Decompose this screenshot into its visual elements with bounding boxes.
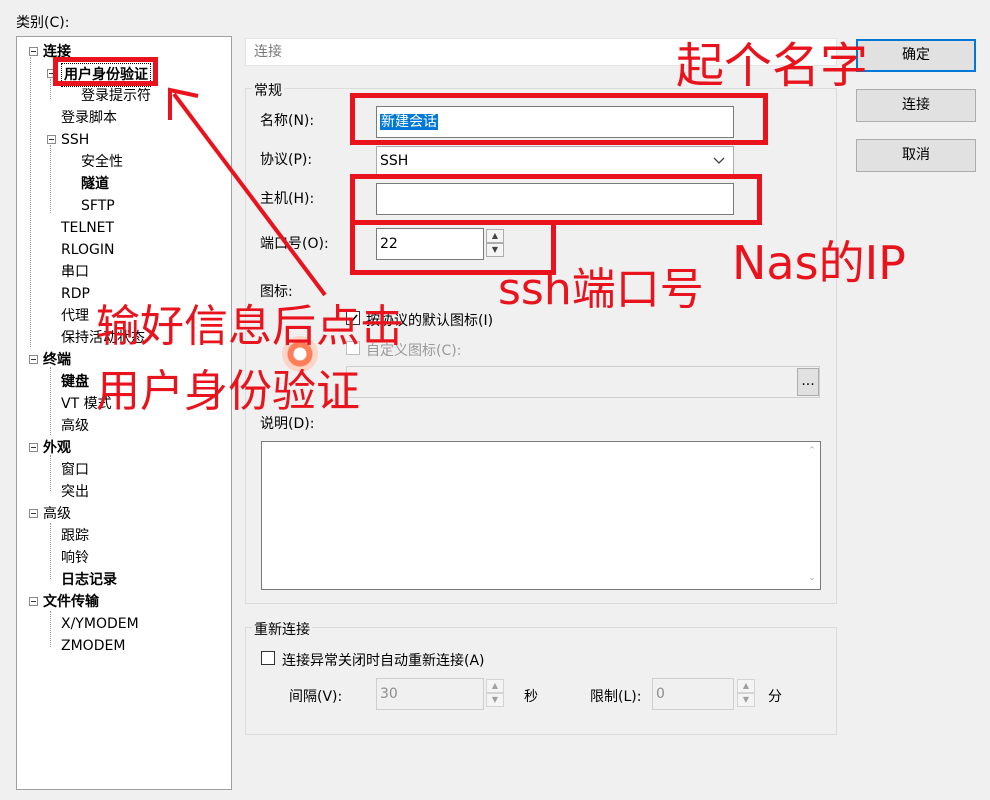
tree-line: [50, 145, 51, 213]
connect-button[interactable]: 连接: [856, 89, 976, 122]
tree-item-advanced[interactable]: 高级: [29, 503, 71, 525]
protocol-value: SSH: [380, 153, 409, 169]
spin-up-icon[interactable]: ▲: [737, 679, 755, 693]
collapse-icon[interactable]: [29, 47, 38, 56]
tree-item-serial[interactable]: 串口: [61, 261, 89, 283]
tree-item-log[interactable]: 日志记录: [61, 569, 117, 591]
chevron-down-icon: [713, 157, 725, 164]
spin-up-icon[interactable]: ▲: [486, 679, 504, 693]
tree-line: [30, 57, 31, 347]
browse-icon-button[interactable]: ...: [797, 368, 819, 396]
tree-item-login-script[interactable]: 登录脚本: [61, 107, 117, 129]
limit-spinner[interactable]: ▲ ▼: [737, 679, 755, 707]
interval-spinner[interactable]: ▲ ▼: [486, 679, 504, 707]
tree-line: [50, 367, 51, 435]
annotation-box-name: [350, 93, 768, 145]
tree-item-ssh[interactable]: SSH: [47, 129, 89, 151]
custom-icon-path-input[interactable]: [346, 366, 820, 398]
tree-item-sftp[interactable]: SFTP: [81, 195, 115, 217]
tree-item-login-prompt[interactable]: 登录提示符: [81, 85, 151, 107]
tree-item-file-transfer[interactable]: 文件传输: [29, 591, 99, 613]
annotation-ssh-port: ssh端口号: [498, 264, 704, 315]
annotation-nas-ip: Nas的IP: [732, 236, 906, 290]
tree-item-telnet[interactable]: TELNET: [61, 217, 114, 239]
tree-item-window[interactable]: 窗口: [61, 459, 89, 481]
reconnect-group-title: 重新连接: [252, 619, 312, 639]
spin-down-icon[interactable]: ▼: [737, 693, 755, 707]
tree-item-rdp[interactable]: RDP: [61, 283, 90, 305]
interval-value: 30: [380, 686, 398, 702]
tree-item-zmodem[interactable]: ZMODEM: [61, 635, 125, 657]
category-label: 类别(C):: [16, 15, 70, 31]
spin-down-icon[interactable]: ▼: [486, 693, 504, 707]
auto-reconnect-checkbox[interactable]: [261, 651, 275, 665]
interval-input[interactable]: 30: [376, 678, 484, 710]
cancel-button[interactable]: 取消: [856, 139, 976, 172]
seconds-unit: 秒: [524, 689, 538, 705]
tree-line: [50, 611, 51, 647]
scroll-down-icon[interactable]: ⌄: [806, 573, 818, 583]
annotation-arrow: [168, 87, 327, 297]
minutes-unit: 分: [768, 689, 782, 705]
scroll-up-icon[interactable]: ⌃: [806, 446, 818, 456]
tree-item-terminal[interactable]: 终端: [29, 349, 71, 371]
tree-line: [50, 455, 51, 491]
collapse-icon[interactable]: [29, 443, 38, 452]
annotation-instruction-2: 用户身份验证: [96, 366, 360, 417]
auto-reconnect-label: 连接异常关闭时自动重新连接(A): [282, 653, 485, 669]
annotation-box-user-auth: [53, 57, 158, 86]
collapse-icon[interactable]: [47, 135, 56, 144]
collapse-icon[interactable]: [29, 355, 38, 364]
limit-label: 限制(L):: [590, 689, 642, 705]
tree-item-advanced-terminal[interactable]: 高级: [61, 415, 89, 437]
tree-item-rlogin[interactable]: RLOGIN: [61, 239, 115, 261]
limit-value: 0: [656, 686, 665, 702]
collapse-icon[interactable]: [29, 509, 38, 518]
annotation-name-note: 起个名字: [676, 38, 869, 94]
tree-item-proxy[interactable]: 代理: [61, 305, 89, 327]
interval-label: 间隔(V):: [289, 689, 343, 705]
tree-item-keyboard[interactable]: 键盘: [61, 371, 89, 393]
tree-item-security[interactable]: 安全性: [81, 151, 123, 173]
tree-item-tunnel[interactable]: 隧道: [81, 173, 109, 195]
annotation-instruction-1: 输好信息后点击: [96, 301, 404, 352]
tree-line: [50, 523, 51, 579]
tree-item-appearance[interactable]: 外观: [29, 437, 71, 459]
collapse-icon[interactable]: [29, 597, 38, 606]
limit-input[interactable]: 0: [652, 678, 734, 710]
ok-button[interactable]: 确定: [856, 39, 976, 72]
protocol-select[interactable]: SSH: [376, 146, 734, 176]
description-textarea[interactable]: ⌃ ⌄: [261, 441, 821, 590]
tree-line: [50, 79, 51, 99]
tree-item-trace[interactable]: 跟踪: [61, 525, 89, 547]
tree-item-xymodem[interactable]: X/YMODEM: [61, 613, 139, 635]
annotation-box-host: [350, 174, 762, 225]
tree-item-highlight[interactable]: 突出: [61, 481, 89, 503]
tree-item-bell[interactable]: 响铃: [61, 547, 89, 569]
